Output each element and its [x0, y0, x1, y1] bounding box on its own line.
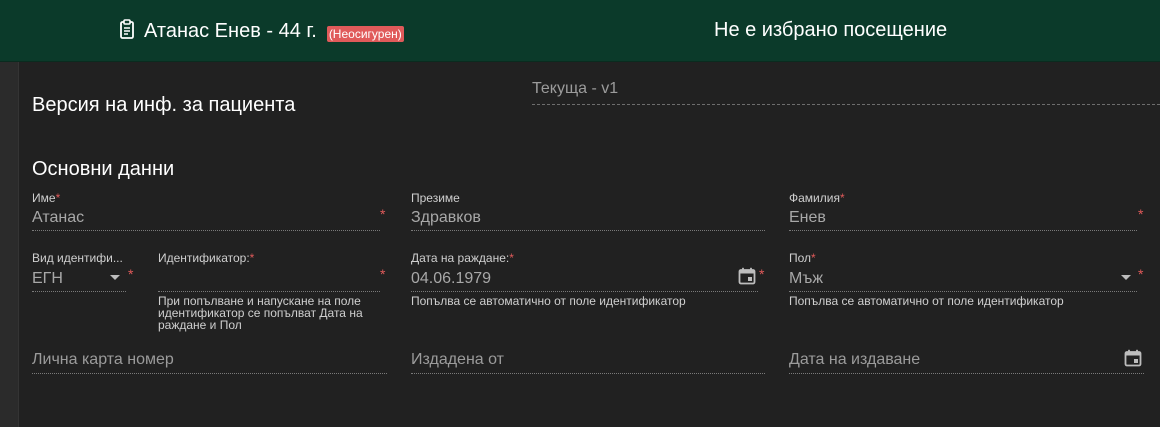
first-name-label: Име* [32, 191, 61, 205]
patient-header: Атанас Енев - 44 г. (Неосигурен) Не е изб… [0, 0, 1160, 62]
last-name-underline [789, 230, 1137, 231]
middle-name-label: Презиме [411, 191, 460, 205]
gender-select[interactable]: Мъж [789, 270, 823, 288]
caret-down-icon[interactable] [1121, 275, 1131, 280]
id-type-underline [32, 291, 126, 292]
first-name-input[interactable]: Атанас [32, 209, 84, 227]
caret-down-icon[interactable] [110, 275, 120, 280]
gender-required-mark: * [1138, 266, 1144, 282]
patient-summary: Атанас Енев - 44 г. (Неосигурен) [118, 19, 404, 44]
birth-date-input[interactable]: 04.06.1979 [411, 270, 491, 288]
patient-name: Атанас Енев - 44 г. [144, 20, 317, 42]
visit-status: Не е избрано посещение [714, 19, 948, 41]
last-name-input[interactable]: Енев [789, 209, 826, 227]
identifier-required-mark: * [380, 266, 386, 282]
version-select[interactable]: Текуща - v1 [532, 80, 1160, 105]
birth-date-hint: Попълва се автоматично от поле идентифик… [411, 294, 686, 308]
left-panel-edge [0, 62, 19, 427]
version-value: Текуща - v1 [532, 80, 619, 97]
gender-underline [789, 291, 1137, 292]
last-name-required-mark: * [1138, 206, 1144, 222]
insurance-badge: (Неосигурен) [326, 25, 404, 42]
identifier-underline [158, 291, 380, 292]
clipboard-icon [118, 19, 136, 44]
identifier-hint: При попълване и напускане на поле иденти… [158, 294, 363, 332]
id-type-label: Вид идентифи... [32, 251, 123, 265]
basic-data-heading: Основни данни [32, 158, 175, 180]
birth-date-underline [411, 291, 758, 292]
last-name-label: Фамилия* [789, 191, 845, 205]
id-type-required-mark: * [128, 266, 134, 282]
version-label: Версия на инф. за пациента [32, 94, 296, 116]
identifier-label: Идентификатор:* [158, 251, 255, 265]
gender-label: Пол* [789, 251, 816, 265]
issued-by-underline [411, 373, 765, 374]
first-name-required-mark: * [380, 206, 386, 222]
birth-date-label: Дата на раждане:* [411, 251, 514, 265]
birth-date-required-mark: * [759, 266, 765, 282]
id-type-select[interactable]: ЕГН [32, 270, 63, 288]
issue-date-input[interactable]: Дата на издаване [789, 351, 920, 369]
middle-name-underline [411, 230, 765, 231]
calendar-icon[interactable] [738, 267, 756, 285]
id-card-number-underline [32, 373, 387, 374]
gender-hint: Попълва се автоматично от поле идентифик… [789, 294, 1064, 308]
id-card-number-input[interactable]: Лична карта номер [32, 351, 174, 369]
issued-by-input[interactable]: Издадена от [411, 351, 504, 369]
calendar-icon[interactable] [1124, 349, 1142, 367]
issue-date-underline [789, 373, 1144, 374]
first-name-underline [32, 230, 380, 231]
middle-name-input[interactable]: Здравков [411, 209, 481, 227]
